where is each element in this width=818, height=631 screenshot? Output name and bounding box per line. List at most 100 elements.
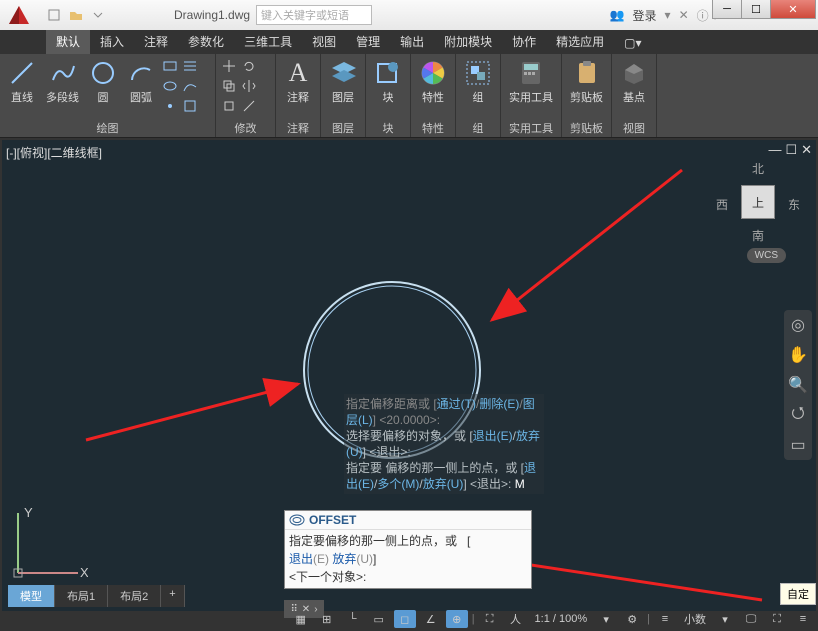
vp-maximize-icon[interactable]: ☐	[785, 142, 797, 158]
tab-collab[interactable]: 协作	[502, 29, 546, 54]
clean-screen-icon[interactable]: ⛶	[766, 610, 788, 628]
viewcube-top-face[interactable]: 上	[741, 185, 775, 219]
scale-dropdown-icon[interactable]: ▾	[595, 610, 617, 628]
exchange-icon[interactable]: ✕	[679, 8, 689, 22]
clipboard-button[interactable]: 剪贴板	[566, 57, 607, 119]
opt-exit[interactable]: 退出	[289, 552, 313, 566]
tab-search-icon[interactable]: ▢▾	[614, 32, 651, 54]
close-button[interactable]: ✕	[770, 0, 816, 19]
maximize-button[interactable]: ☐	[741, 0, 771, 19]
tab-featured[interactable]: 精选应用	[546, 29, 614, 54]
units-icon[interactable]: ≡	[654, 610, 676, 628]
customize-icon[interactable]: 🖵	[740, 610, 762, 628]
tab-default[interactable]: 默认	[46, 29, 90, 54]
region-icon[interactable]	[181, 97, 199, 115]
viewport-label[interactable]: [-][俯视][二维线框]	[6, 144, 102, 161]
dropdown-icon[interactable]	[88, 5, 108, 25]
tab-3dtools[interactable]: 三维工具	[234, 29, 302, 54]
stretch-icon[interactable]	[220, 97, 238, 115]
rect-icon[interactable]	[161, 57, 179, 75]
menu-icon[interactable]: ≡	[792, 610, 814, 628]
model-space-icon[interactable]: ▦	[290, 610, 312, 628]
view-cube[interactable]: 北 东 南 西 上	[718, 162, 798, 242]
mirror-icon[interactable]	[240, 77, 258, 95]
move-icon[interactable]	[220, 57, 238, 75]
panel-label-layer[interactable]: 图层	[325, 119, 361, 137]
panel-label-prop[interactable]: 特性	[415, 119, 451, 137]
spline-icon[interactable]	[181, 77, 199, 95]
line-button[interactable]: 直线	[4, 57, 40, 119]
axis-x-label: X	[80, 565, 88, 580]
block-button[interactable]: 块	[370, 57, 406, 119]
tab-parametric[interactable]: 参数化	[178, 29, 234, 54]
panel-label-block[interactable]: 块	[370, 119, 406, 137]
minimize-button[interactable]: ─	[712, 0, 742, 19]
open-icon[interactable]	[66, 5, 86, 25]
status-bar: ▦ ⊞ └ ▭ ◻ ∠ ⊕ | ⛶ 人 1:1 / 100% ▾ ⚙ | ≡ 小…	[290, 609, 814, 629]
text-button[interactable]: A注释	[280, 57, 316, 119]
ellipse-icon[interactable]	[161, 77, 179, 95]
scale-display[interactable]: 1:1 / 100%	[531, 613, 592, 625]
otrack-icon[interactable]: ∠	[420, 610, 442, 628]
annotation-scale-icon[interactable]: 人	[505, 610, 527, 628]
tab-layout1[interactable]: 布局1	[55, 585, 108, 607]
ortho-icon[interactable]: ▭	[368, 610, 390, 628]
tab-insert[interactable]: 插入	[90, 29, 134, 54]
properties-button[interactable]: 特性	[415, 57, 451, 119]
zoom-icon[interactable]: 🔍	[787, 374, 809, 396]
tab-view[interactable]: 视图	[302, 29, 346, 54]
circle-button[interactable]: 圆	[85, 57, 121, 119]
group-button[interactable]: 组	[460, 57, 496, 119]
osnap-icon[interactable]: ◻	[394, 610, 416, 628]
scale-icon[interactable]	[240, 97, 258, 115]
units-display[interactable]: 小数	[680, 611, 710, 627]
ribbon-tabstrip: 默认 插入 注释 参数化 三维工具 视图 管理 输出 附加模块 协作 精选应用 …	[0, 30, 818, 54]
hatch-icon[interactable]	[181, 57, 199, 75]
new-icon[interactable]	[44, 5, 64, 25]
showmotion-icon[interactable]: ▭	[787, 434, 809, 456]
tab-annotate[interactable]: 注释	[134, 29, 178, 54]
layer-button[interactable]: 图层	[325, 57, 361, 119]
offset-icon	[289, 514, 305, 526]
modify-grid	[220, 57, 258, 119]
gear-icon[interactable]: ⚙	[621, 610, 643, 628]
dyn-input-icon[interactable]: ⊕	[446, 610, 468, 628]
vp-close-icon[interactable]: ✕	[801, 142, 812, 158]
drawing-viewport[interactable]: [-][俯视][二维线框] — ☐ ✕ 北 东 南 西 上 WCS ◎ ✋ 🔍 …	[2, 140, 816, 611]
ucs-icon[interactable]: Y X	[8, 503, 88, 583]
search-input[interactable]: 键入关键字或短语	[256, 5, 372, 25]
arc-button[interactable]: 圆弧	[123, 57, 159, 119]
copy-icon[interactable]	[220, 77, 238, 95]
point-icon[interactable]	[161, 97, 179, 115]
panel-label-annot[interactable]: 注释	[280, 119, 316, 137]
tab-add[interactable]: +	[161, 585, 184, 607]
grid-icon[interactable]: ⊞	[316, 610, 338, 628]
opt-undo[interactable]: 放弃	[332, 552, 356, 566]
panel-label-util[interactable]: 实用工具	[505, 119, 557, 137]
snap-icon[interactable]: └	[342, 610, 364, 628]
units-dropdown-icon[interactable]: ▾	[714, 610, 736, 628]
workspace-icon[interactable]: ⛶	[479, 610, 501, 628]
pan-icon[interactable]: ✋	[787, 344, 809, 366]
wcs-badge[interactable]: WCS	[747, 248, 786, 263]
tab-output[interactable]: 输出	[390, 29, 434, 54]
panel-label-view[interactable]: 视图	[616, 119, 652, 137]
vp-minimize-icon[interactable]: —	[768, 142, 781, 158]
rotate-icon[interactable]	[240, 57, 258, 75]
utilities-button[interactable]: 实用工具	[505, 57, 557, 119]
app-menu-button[interactable]	[0, 0, 38, 30]
login-button[interactable]: 登录	[633, 7, 657, 24]
orbit-icon[interactable]: ⭯	[787, 404, 809, 426]
tab-manage[interactable]: 管理	[346, 29, 390, 54]
steering-wheel-icon[interactable]: ◎	[787, 314, 809, 336]
signin-icon[interactable]: 👥	[610, 8, 625, 22]
panel-label-modify[interactable]: 修改	[220, 119, 271, 137]
tab-addins[interactable]: 附加模块	[434, 29, 502, 54]
panel-label-group[interactable]: 组	[460, 119, 496, 137]
panel-label-draw[interactable]: 绘图	[4, 119, 211, 137]
panel-label-clip[interactable]: 剪贴板	[566, 119, 607, 137]
polyline-button[interactable]: 多段线	[42, 57, 83, 119]
tab-model[interactable]: 模型	[8, 585, 55, 607]
tab-layout2[interactable]: 布局2	[108, 585, 161, 607]
basepoint-button[interactable]: 基点	[616, 57, 652, 119]
